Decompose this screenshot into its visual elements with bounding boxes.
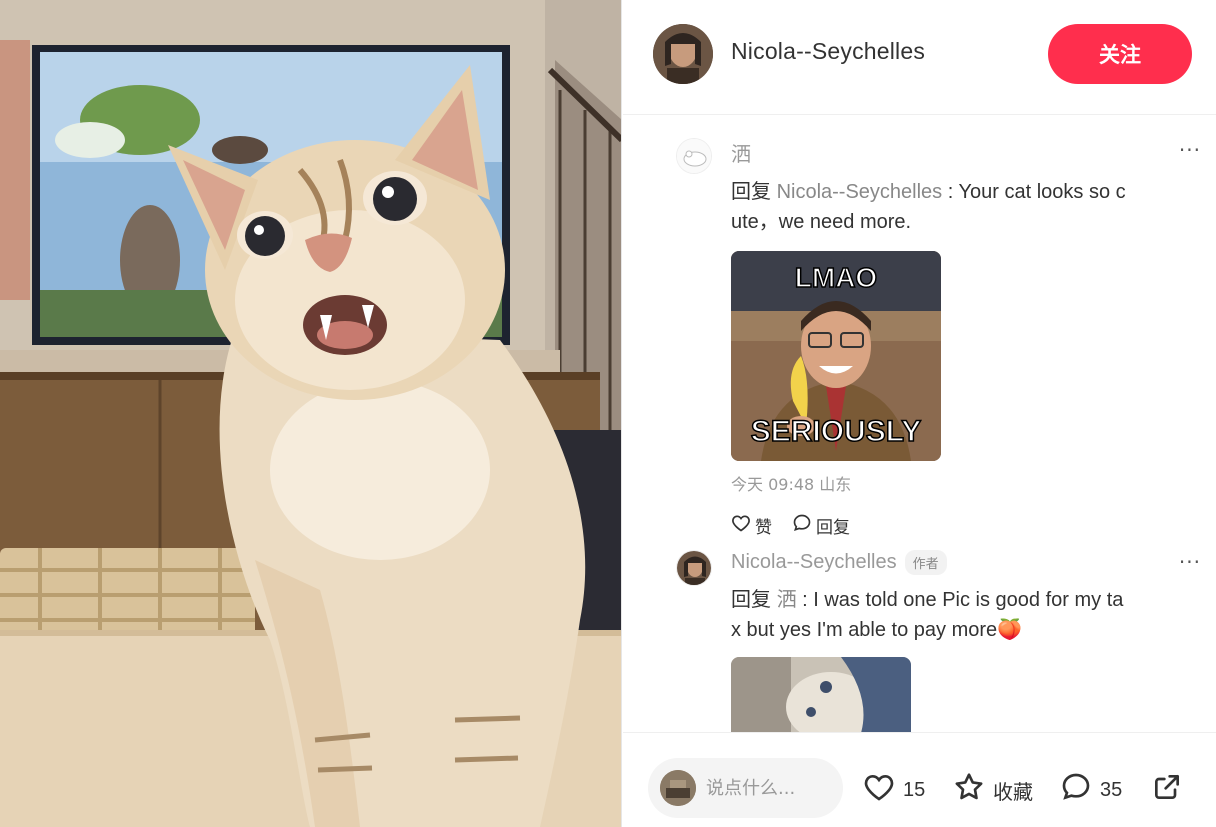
comments-count: 35 [1100, 778, 1123, 801]
note-detail-panel: Nicola--Seychelles 关注 洒 ··· 回复 Nicola--S… [623, 0, 1216, 827]
peach-emoji: 🍑 [997, 619, 1023, 641]
share-icon [1151, 771, 1183, 809]
star-icon [953, 771, 985, 809]
reply-prefix: 回复 [731, 181, 771, 203]
more-options-icon[interactable]: ··· [1179, 138, 1201, 162]
comment-time: 今天 09:48 [731, 475, 815, 494]
comment-bubble-icon [1060, 771, 1092, 809]
collect-button[interactable]: 收藏 [953, 771, 1033, 809]
comment-reply-button[interactable]: 回复 [792, 513, 850, 538]
comment-like-button[interactable]: 赞 [731, 513, 772, 538]
reply-separator: : [796, 589, 814, 611]
author-avatar[interactable] [653, 24, 713, 84]
like-label: 赞 [755, 518, 772, 538]
commenter-avatar[interactable] [676, 138, 712, 174]
reply-separator: : [942, 181, 959, 203]
note-viewer: Nicola--Seychelles 关注 洒 ··· 回复 Nicola--S… [0, 0, 1216, 827]
meme-bottom-text: SERIOUSLY [751, 415, 922, 448]
reply-target[interactable]: Nicola--Seychelles [777, 181, 943, 203]
comments-button[interactable]: 35 [1060, 771, 1122, 809]
comment-location: 山东 [819, 475, 852, 494]
heart-icon [731, 513, 751, 538]
meme-top-text: LMAO [795, 262, 877, 293]
comment-image[interactable]: LMAO SERIOUSLY [731, 251, 941, 461]
comment-list[interactable]: 洒 ··· 回复 Nicola--Seychelles : Your cat l… [623, 116, 1216, 732]
cat-photo-illustration [0, 0, 621, 827]
comment-text: 回复 Nicola--Seychelles : Your cat looks s… [731, 177, 1131, 237]
comment-item: 洒 ··· 回复 Nicola--Seychelles : Your cat l… [676, 138, 1201, 538]
comment-text: 回复 洒 : I was told one Pic is good for my… [731, 585, 1131, 645]
commenter-name[interactable]: Nicola--Seychelles 作者 [731, 550, 1201, 575]
comment-image[interactable] [731, 657, 911, 732]
follow-button[interactable]: 关注 [1048, 24, 1192, 84]
comment-bubble-icon [792, 513, 812, 538]
post-photo[interactable] [0, 0, 622, 827]
author-name[interactable]: Nicola--Seychelles [731, 38, 925, 65]
reply-target[interactable]: 洒 [777, 589, 797, 611]
user-avatar [660, 770, 696, 806]
reply-label: 回复 [816, 518, 850, 538]
share-button[interactable] [1151, 771, 1183, 809]
comment-input[interactable] [706, 777, 826, 799]
heart-icon [863, 771, 895, 809]
collect-label: 收藏 [993, 781, 1033, 804]
author-header: Nicola--Seychelles 关注 [623, 0, 1216, 115]
comment-meta: 今天 09:48 山东 [731, 471, 1201, 495]
author-tag-badge: 作者 [904, 550, 947, 575]
engagement-bar: 15 收藏 35 [623, 732, 1216, 827]
commenter-name[interactable]: 洒 [731, 138, 1201, 167]
comment-input-box[interactable] [648, 758, 843, 818]
more-options-icon[interactable]: ··· [1179, 550, 1201, 574]
comment-item: Nicola--Seychelles 作者 ··· 回复 洒 : I was t… [676, 550, 1201, 732]
like-button[interactable]: 15 [863, 771, 925, 809]
comment-actions: 赞 回复 [731, 513, 1201, 538]
commenter-avatar[interactable] [676, 550, 712, 586]
reply-prefix: 回复 [731, 589, 771, 611]
commenter-name-text[interactable]: Nicola--Seychelles [731, 551, 897, 574]
like-count: 15 [903, 778, 926, 801]
commenter-name-text[interactable]: 洒 [731, 138, 751, 167]
